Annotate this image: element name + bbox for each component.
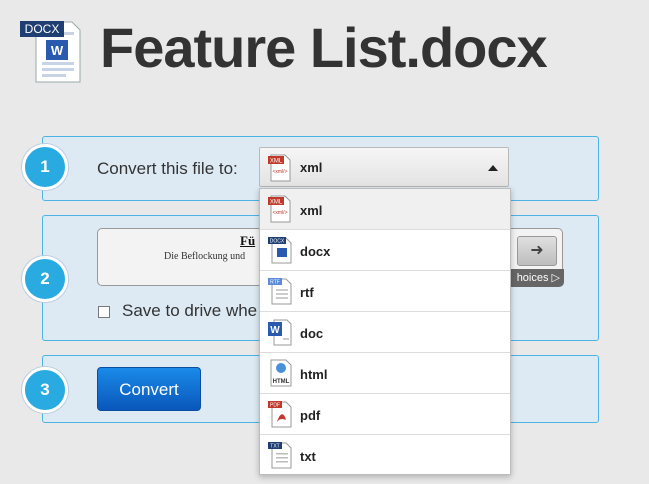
xml-file-icon: XML <xml/> bbox=[268, 154, 292, 187]
format-select[interactable]: XML <xml/> xml bbox=[259, 147, 509, 187]
format-option-label: xml bbox=[300, 203, 323, 218]
svg-text:DOCX: DOCX bbox=[270, 239, 285, 245]
svg-text:XML: XML bbox=[270, 200, 283, 206]
format-option-pdf[interactable]: PDF pdf bbox=[260, 394, 510, 435]
svg-text:DOCX: DOCX bbox=[25, 22, 60, 36]
svg-text:TXT: TXT bbox=[270, 444, 279, 450]
format-option-docx[interactable]: DOCX docx bbox=[260, 230, 510, 271]
docx-file-icon: W DOCX bbox=[20, 18, 84, 84]
svg-text:<xml/>: <xml/> bbox=[272, 169, 287, 175]
step-2-badge: 2 bbox=[22, 256, 68, 302]
rtf-file-icon: RTF bbox=[268, 277, 292, 310]
format-option-txt[interactable]: TXT txt bbox=[260, 435, 510, 476]
svg-text:XML: XML bbox=[270, 159, 283, 165]
save-to-drive-checkbox[interactable] bbox=[98, 306, 110, 318]
caret-up-icon bbox=[488, 165, 498, 171]
svg-text:W: W bbox=[270, 325, 280, 336]
format-option-label: doc bbox=[300, 326, 324, 341]
options-subtitle: Die Beflockung und bbox=[164, 251, 246, 262]
format-option-label: html bbox=[300, 367, 328, 382]
svg-text:PDF: PDF bbox=[270, 403, 280, 409]
format-option-doc[interactable]: W doc bbox=[260, 312, 510, 353]
svg-text:RTF: RTF bbox=[270, 280, 280, 286]
format-option-label: txt bbox=[300, 449, 316, 464]
format-option-rtf[interactable]: RTF rtf bbox=[260, 271, 510, 312]
xml-file-icon: XML <xml/> bbox=[268, 195, 292, 228]
format-option-label: pdf bbox=[300, 408, 321, 423]
format-dropdown: XML <xml/> xml DOCX docx RTF rtf W doc H… bbox=[259, 188, 511, 475]
svg-text:W: W bbox=[51, 43, 64, 58]
pdf-file-icon: PDF bbox=[268, 400, 292, 433]
svg-text:HTML: HTML bbox=[273, 379, 290, 385]
txt-file-icon: TXT bbox=[268, 441, 292, 474]
convert-button[interactable]: Convert bbox=[97, 367, 201, 411]
format-option-label: docx bbox=[300, 244, 331, 259]
format-option-html[interactable]: HTML html bbox=[260, 353, 510, 394]
svg-text:<xml/>: <xml/> bbox=[272, 210, 287, 216]
save-to-drive-label: Save to drive whe bbox=[122, 301, 258, 320]
docx-file-icon: DOCX bbox=[268, 236, 292, 269]
convert-to-label: Convert this file to: bbox=[97, 159, 238, 178]
options-title: Fü bbox=[240, 233, 256, 248]
format-select-value: xml bbox=[300, 160, 323, 175]
more-choices-button[interactable]: hoices ▷ bbox=[508, 269, 564, 287]
step-1-badge: 1 bbox=[22, 144, 68, 190]
format-option-xml[interactable]: XML <xml/> xml bbox=[260, 189, 510, 230]
step-3-badge: 3 bbox=[22, 367, 68, 413]
html-file-icon: HTML bbox=[268, 359, 294, 392]
next-arrow-button[interactable]: ➜ bbox=[517, 236, 557, 266]
arrow-right-icon: ➜ bbox=[530, 242, 544, 259]
format-option-label: rtf bbox=[300, 285, 314, 300]
page-title: Feature List.docx bbox=[100, 16, 548, 79]
doc-file-icon: W bbox=[268, 318, 292, 351]
